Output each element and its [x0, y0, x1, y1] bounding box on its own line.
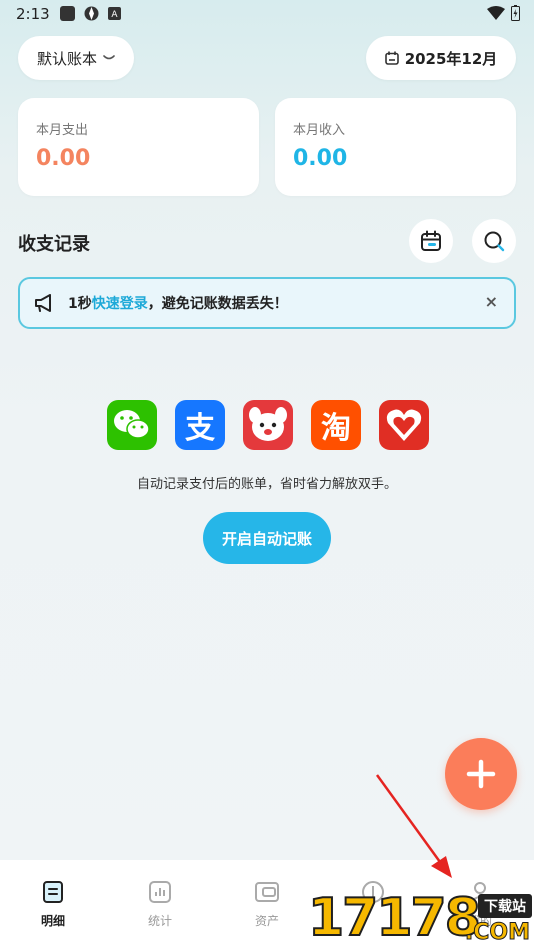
plus-icon	[466, 759, 496, 789]
login-banner[interactable]: 1秒快速登录，避免记账数据丢失！ ×	[18, 277, 516, 329]
quick-login-link[interactable]: 快速登录	[92, 296, 148, 312]
tab-stats[interactable]: 统计	[125, 878, 195, 929]
keyboard-a-icon: A	[108, 7, 121, 20]
expense-label: 本月支出	[36, 123, 89, 138]
expense-value: 0.00	[36, 146, 91, 171]
tab-stats-label: 统计	[147, 914, 172, 928]
assets-icon	[255, 882, 279, 902]
shutter-icon	[84, 6, 99, 21]
banner-suffix: ，避免记账数据丢失！	[147, 296, 288, 312]
account-selector[interactable]: 默认账本	[18, 36, 134, 80]
auto-record-description: 自动记录支付后的账单，省时省力解放双手。	[136, 477, 397, 492]
calendar-view-icon	[421, 230, 441, 251]
taobao-icon: 淘	[311, 400, 361, 450]
income-value: 0.00	[293, 146, 348, 171]
banner-prefix: 1秒	[68, 296, 92, 312]
details-icon	[43, 881, 63, 903]
chevron-down-icon	[103, 55, 115, 60]
pinduoduo-icon	[379, 400, 429, 450]
alipay-icon: 支	[175, 400, 225, 450]
status-bar: 2:13 A	[0, 0, 534, 28]
wechat-icon	[107, 400, 157, 450]
app-notification-icon	[60, 6, 75, 21]
expense-card: 本月支出 0.00	[18, 98, 259, 196]
tab-assets-label: 资产	[254, 914, 279, 928]
account-label: 默认账本	[36, 49, 97, 68]
megaphone-icon	[35, 294, 51, 312]
watermark-badge: 下载站	[478, 894, 532, 918]
records-title: 收支记录	[18, 234, 90, 255]
wifi-icon	[487, 6, 505, 20]
income-label: 本月收入	[293, 123, 346, 138]
watermark-com: .COM	[464, 920, 530, 946]
watermark-number: 17178	[307, 887, 482, 949]
battery-icon	[511, 5, 520, 21]
banner-text: 1秒快速登录，避免记账数据丢失！	[68, 293, 288, 313]
search-button[interactable]	[472, 219, 516, 263]
alipay-glyph: 支	[185, 411, 215, 446]
status-time: 2:13	[16, 5, 50, 23]
payment-apps-row: 支 淘	[107, 400, 429, 450]
stats-icon	[149, 881, 171, 903]
jd-icon	[243, 400, 293, 450]
search-icon	[484, 231, 505, 252]
enable-auto-record-button[interactable]: 开启自动记账	[203, 512, 331, 564]
tab-details-label: 明细	[40, 914, 65, 928]
month-selector[interactable]: 2025年12月	[366, 36, 516, 80]
tab-details[interactable]: 明细	[18, 878, 88, 929]
watermark-logo: 17178 下载站 .COM	[307, 887, 534, 950]
taobao-glyph: 淘	[321, 411, 351, 446]
svg-text:A: A	[111, 10, 118, 20]
calendar-icon	[384, 51, 399, 65]
close-icon[interactable]: ×	[485, 292, 498, 311]
add-record-button[interactable]	[445, 738, 517, 810]
income-card: 本月收入 0.00	[275, 98, 516, 196]
tab-assets[interactable]: 资产	[232, 878, 302, 929]
calendar-view-button[interactable]	[409, 219, 453, 263]
month-label: 2025年12月	[404, 49, 498, 68]
